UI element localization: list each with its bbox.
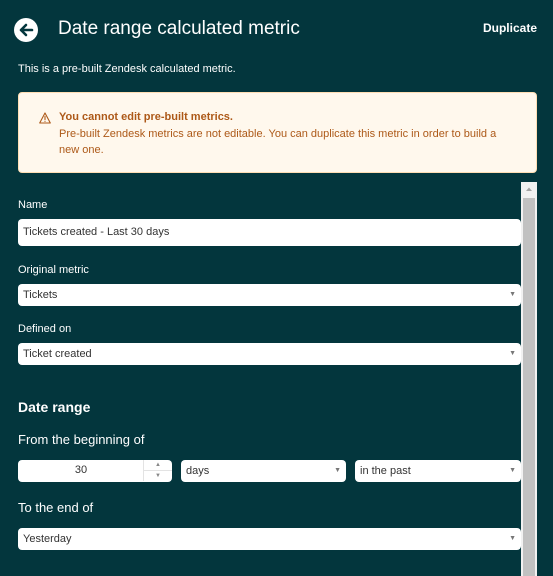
from-direction-select[interactable]: in the past ▼ xyxy=(355,460,521,482)
scrollbar[interactable] xyxy=(521,182,537,576)
from-unit-value: days xyxy=(186,465,210,477)
scroll-up-icon xyxy=(526,187,532,191)
date-range-heading: Date range xyxy=(18,399,91,415)
defined-on-label: Defined on xyxy=(18,323,72,335)
chevron-down-icon: ▼ xyxy=(509,350,516,357)
back-arrow-icon xyxy=(14,18,38,42)
chevron-down-icon: ▼ xyxy=(509,291,516,298)
warning-alert: You cannot edit pre-built metrics. Pre-b… xyxy=(18,92,537,173)
scrollbar-thumb[interactable] xyxy=(523,198,535,576)
chevron-down-icon: ▼ xyxy=(509,535,516,542)
from-amount-stepper[interactable]: 30 ▲ ▼ xyxy=(18,460,172,482)
metric-form: Name Tickets created - Last 30 days Orig… xyxy=(0,182,553,576)
defined-on-select[interactable]: Ticket created ▼ xyxy=(18,343,521,365)
duplicate-button[interactable]: Duplicate xyxy=(483,21,537,35)
to-value: Yesterday xyxy=(23,533,72,545)
alert-message: Pre-built Zendesk metrics are not editab… xyxy=(59,128,497,156)
original-metric-select[interactable]: Tickets ▼ xyxy=(18,284,521,306)
back-button[interactable] xyxy=(13,17,39,43)
defined-on-value: Ticket created xyxy=(23,348,92,360)
name-value: Tickets created - Last 30 days xyxy=(23,226,170,238)
from-direction-value: in the past xyxy=(360,465,411,477)
chevron-down-icon: ▼ xyxy=(509,467,516,474)
chevron-down-icon: ▼ xyxy=(334,467,341,474)
alert-title: You cannot edit pre-built metrics. xyxy=(59,111,233,123)
from-amount-value: 30 xyxy=(74,464,88,476)
from-label: From the beginning of xyxy=(18,432,145,447)
scroll-up-button[interactable] xyxy=(521,182,537,196)
page-title: Date range calculated metric xyxy=(58,18,300,39)
original-metric-label: Original metric xyxy=(18,264,89,276)
step-down-icon[interactable]: ▼ xyxy=(144,471,172,481)
to-label: To the end of xyxy=(18,500,94,515)
original-metric-value: Tickets xyxy=(23,289,58,301)
warning-icon xyxy=(39,112,51,124)
from-unit-select[interactable]: days ▼ xyxy=(181,460,346,482)
header: Date range calculated metric Duplicate xyxy=(0,0,553,60)
name-field[interactable]: Tickets created - Last 30 days xyxy=(18,219,521,246)
step-up-icon[interactable]: ▲ xyxy=(144,460,172,471)
stepper-buttons: ▲ ▼ xyxy=(143,460,172,481)
metric-description: This is a pre-built Zendesk calculated m… xyxy=(18,63,236,75)
name-label: Name xyxy=(18,199,48,211)
to-select[interactable]: Yesterday ▼ xyxy=(18,528,521,550)
